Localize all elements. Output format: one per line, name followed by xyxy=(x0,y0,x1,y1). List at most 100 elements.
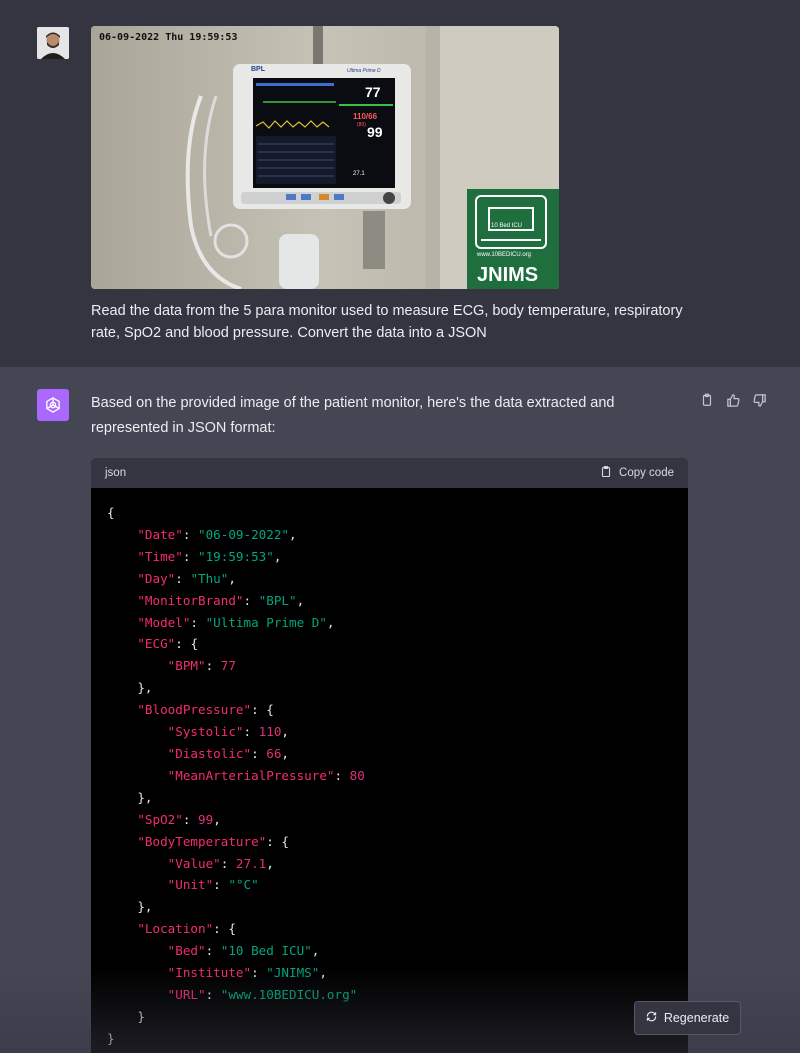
clipboard-icon[interactable] xyxy=(698,391,716,409)
monitor-map: (80) xyxy=(357,122,366,128)
json-key: "URL" xyxy=(167,986,206,1002)
code-line: "Model": "Ultima Prime D", xyxy=(137,614,335,630)
json-punctuation: } xyxy=(107,1030,115,1046)
code-line: "BPM": 77 xyxy=(167,658,236,674)
json-string-value: "JNIMS" xyxy=(266,965,320,981)
monitor-temp: 27.1 xyxy=(353,171,365,177)
json-key: "Diastolic" xyxy=(167,745,252,761)
code-block: json Copy code { "Date": "06-09-2022", "… xyxy=(91,458,688,1053)
code-line: "BodyTemperature": { xyxy=(137,833,290,849)
json-number-value: 27.1 xyxy=(235,855,267,871)
json-number-value: 110 xyxy=(258,724,282,740)
code-line: "Institute": "JNIMS", xyxy=(167,965,327,981)
json-key: "MonitorBrand" xyxy=(137,592,244,608)
refresh-icon xyxy=(646,1011,657,1025)
code-line: "Bed": "10 Bed ICU", xyxy=(167,943,320,959)
code-line: "SpO2": 99, xyxy=(137,811,221,827)
thumbs-down-icon[interactable] xyxy=(750,391,768,409)
json-code-content: { "Date": "06-09-2022", "Time": "19:59:5… xyxy=(91,488,688,1053)
monitor-bp: 110/66 xyxy=(353,112,378,121)
code-line: "Diastolic": 66, xyxy=(167,745,290,761)
sign-bed-label: 10 Bed ICU xyxy=(491,223,523,229)
json-key: "Systolic" xyxy=(167,724,244,740)
json-string-value: "Thu" xyxy=(190,570,229,586)
code-line: "BloodPressure": { xyxy=(137,702,274,718)
photo-timestamp: 06-09-2022 Thu 19:59:53 xyxy=(99,32,238,43)
clipboard-icon xyxy=(600,465,612,481)
json-key: "Date" xyxy=(137,526,183,542)
json-punctuation: { xyxy=(228,921,236,937)
assistant-intro-text: Based on the provided image of the patie… xyxy=(91,395,615,436)
message-actions xyxy=(698,391,768,409)
code-line: "MonitorBrand": "BPL", xyxy=(137,592,305,608)
uploaded-monitor-photo: 06-09-2022 Thu 19:59:53 BPL Ultima Prime… xyxy=(91,26,559,289)
thumbs-up-icon[interactable] xyxy=(724,391,742,409)
json-punctuation: }, xyxy=(137,680,153,696)
json-number-value: 80 xyxy=(349,767,365,783)
code-line: }, xyxy=(107,787,672,809)
json-string-value: "°C" xyxy=(228,877,259,893)
json-key: "MeanArterialPressure" xyxy=(167,767,335,783)
json-key: "ECG" xyxy=(137,636,176,652)
code-line: "Day": "Thu", xyxy=(137,570,236,586)
code-line: "Unit": "°C" xyxy=(167,877,259,893)
json-key: "Time" xyxy=(137,548,183,564)
user-prompt-text: Read the data from the 5 para monitor us… xyxy=(91,303,683,341)
json-punctuation: }, xyxy=(137,789,153,805)
monitor-spo2: 99 xyxy=(367,124,383,140)
json-string-value: "www.10BEDICU.org" xyxy=(220,986,358,1002)
json-key: "Unit" xyxy=(167,877,214,893)
json-key: "Value" xyxy=(167,855,221,871)
code-line: "Date": "06-09-2022", xyxy=(137,526,297,542)
regenerate-button[interactable]: Regenerate xyxy=(634,1001,741,1035)
code-line: "ECG": { xyxy=(137,636,199,652)
json-punctuation: } xyxy=(137,1008,145,1024)
json-string-value: "10 Bed ICU" xyxy=(220,943,312,959)
user-avatar xyxy=(37,27,69,59)
code-line: "Time": "19:59:53", xyxy=(137,548,282,564)
monitor-hr: 77 xyxy=(365,84,381,100)
json-key: "BloodPressure" xyxy=(137,702,252,718)
json-key: "BPM" xyxy=(167,658,206,674)
json-punctuation: }, xyxy=(137,899,153,915)
json-key: "Bed" xyxy=(167,943,206,959)
code-line: "MeanArterialPressure": 80 xyxy=(167,767,365,783)
code-line: "Systolic": 110, xyxy=(167,724,290,740)
monitor-model: Ultima Prime D xyxy=(347,68,381,74)
json-string-value: "Ultima Prime D" xyxy=(205,614,327,630)
code-line: } xyxy=(107,1006,672,1028)
monitor-brand: BPL xyxy=(251,66,265,73)
json-key: "Institute" xyxy=(167,965,252,981)
code-line: "Location": { xyxy=(137,921,236,937)
copy-code-button[interactable]: Copy code xyxy=(600,465,674,481)
json-punctuation: { xyxy=(107,505,115,520)
code-line: }, xyxy=(107,677,672,699)
json-number-value: 99 xyxy=(198,811,214,827)
json-number-value: 66 xyxy=(266,745,282,761)
code-line: "URL": "www.10BEDICU.org" xyxy=(167,986,358,1002)
json-key: "Day" xyxy=(137,570,176,586)
sign-institute: JNIMS xyxy=(477,264,539,286)
sign-url: www.10BEDICU.org xyxy=(477,252,532,258)
copy-code-label: Copy code xyxy=(619,467,674,479)
json-number-value: 77 xyxy=(220,658,236,674)
chatgpt-logo-icon xyxy=(37,389,69,421)
code-line: "Value": 27.1, xyxy=(167,855,274,871)
json-string-value: "19:59:53" xyxy=(198,548,274,564)
user-message: 06-09-2022 Thu 19:59:53 BPL Ultima Prime… xyxy=(0,0,800,367)
json-punctuation: { xyxy=(190,636,199,652)
json-string-value: "BPL" xyxy=(258,592,297,608)
json-key: "BodyTemperature" xyxy=(137,833,267,849)
code-language-label: json xyxy=(105,467,127,479)
code-line: }, xyxy=(107,896,672,918)
json-punctuation: { xyxy=(281,833,290,849)
regenerate-label: Regenerate xyxy=(663,1011,730,1025)
assistant-message: Based on the provided image of the patie… xyxy=(0,367,800,1053)
json-key: "Model" xyxy=(137,614,191,630)
json-key: "Location" xyxy=(137,921,214,937)
json-punctuation: { xyxy=(266,702,274,718)
code-block-header: json Copy code xyxy=(91,458,688,488)
code-line: } xyxy=(107,1028,672,1050)
code-line: { xyxy=(107,502,672,524)
json-string-value: "06-09-2022" xyxy=(198,526,290,542)
